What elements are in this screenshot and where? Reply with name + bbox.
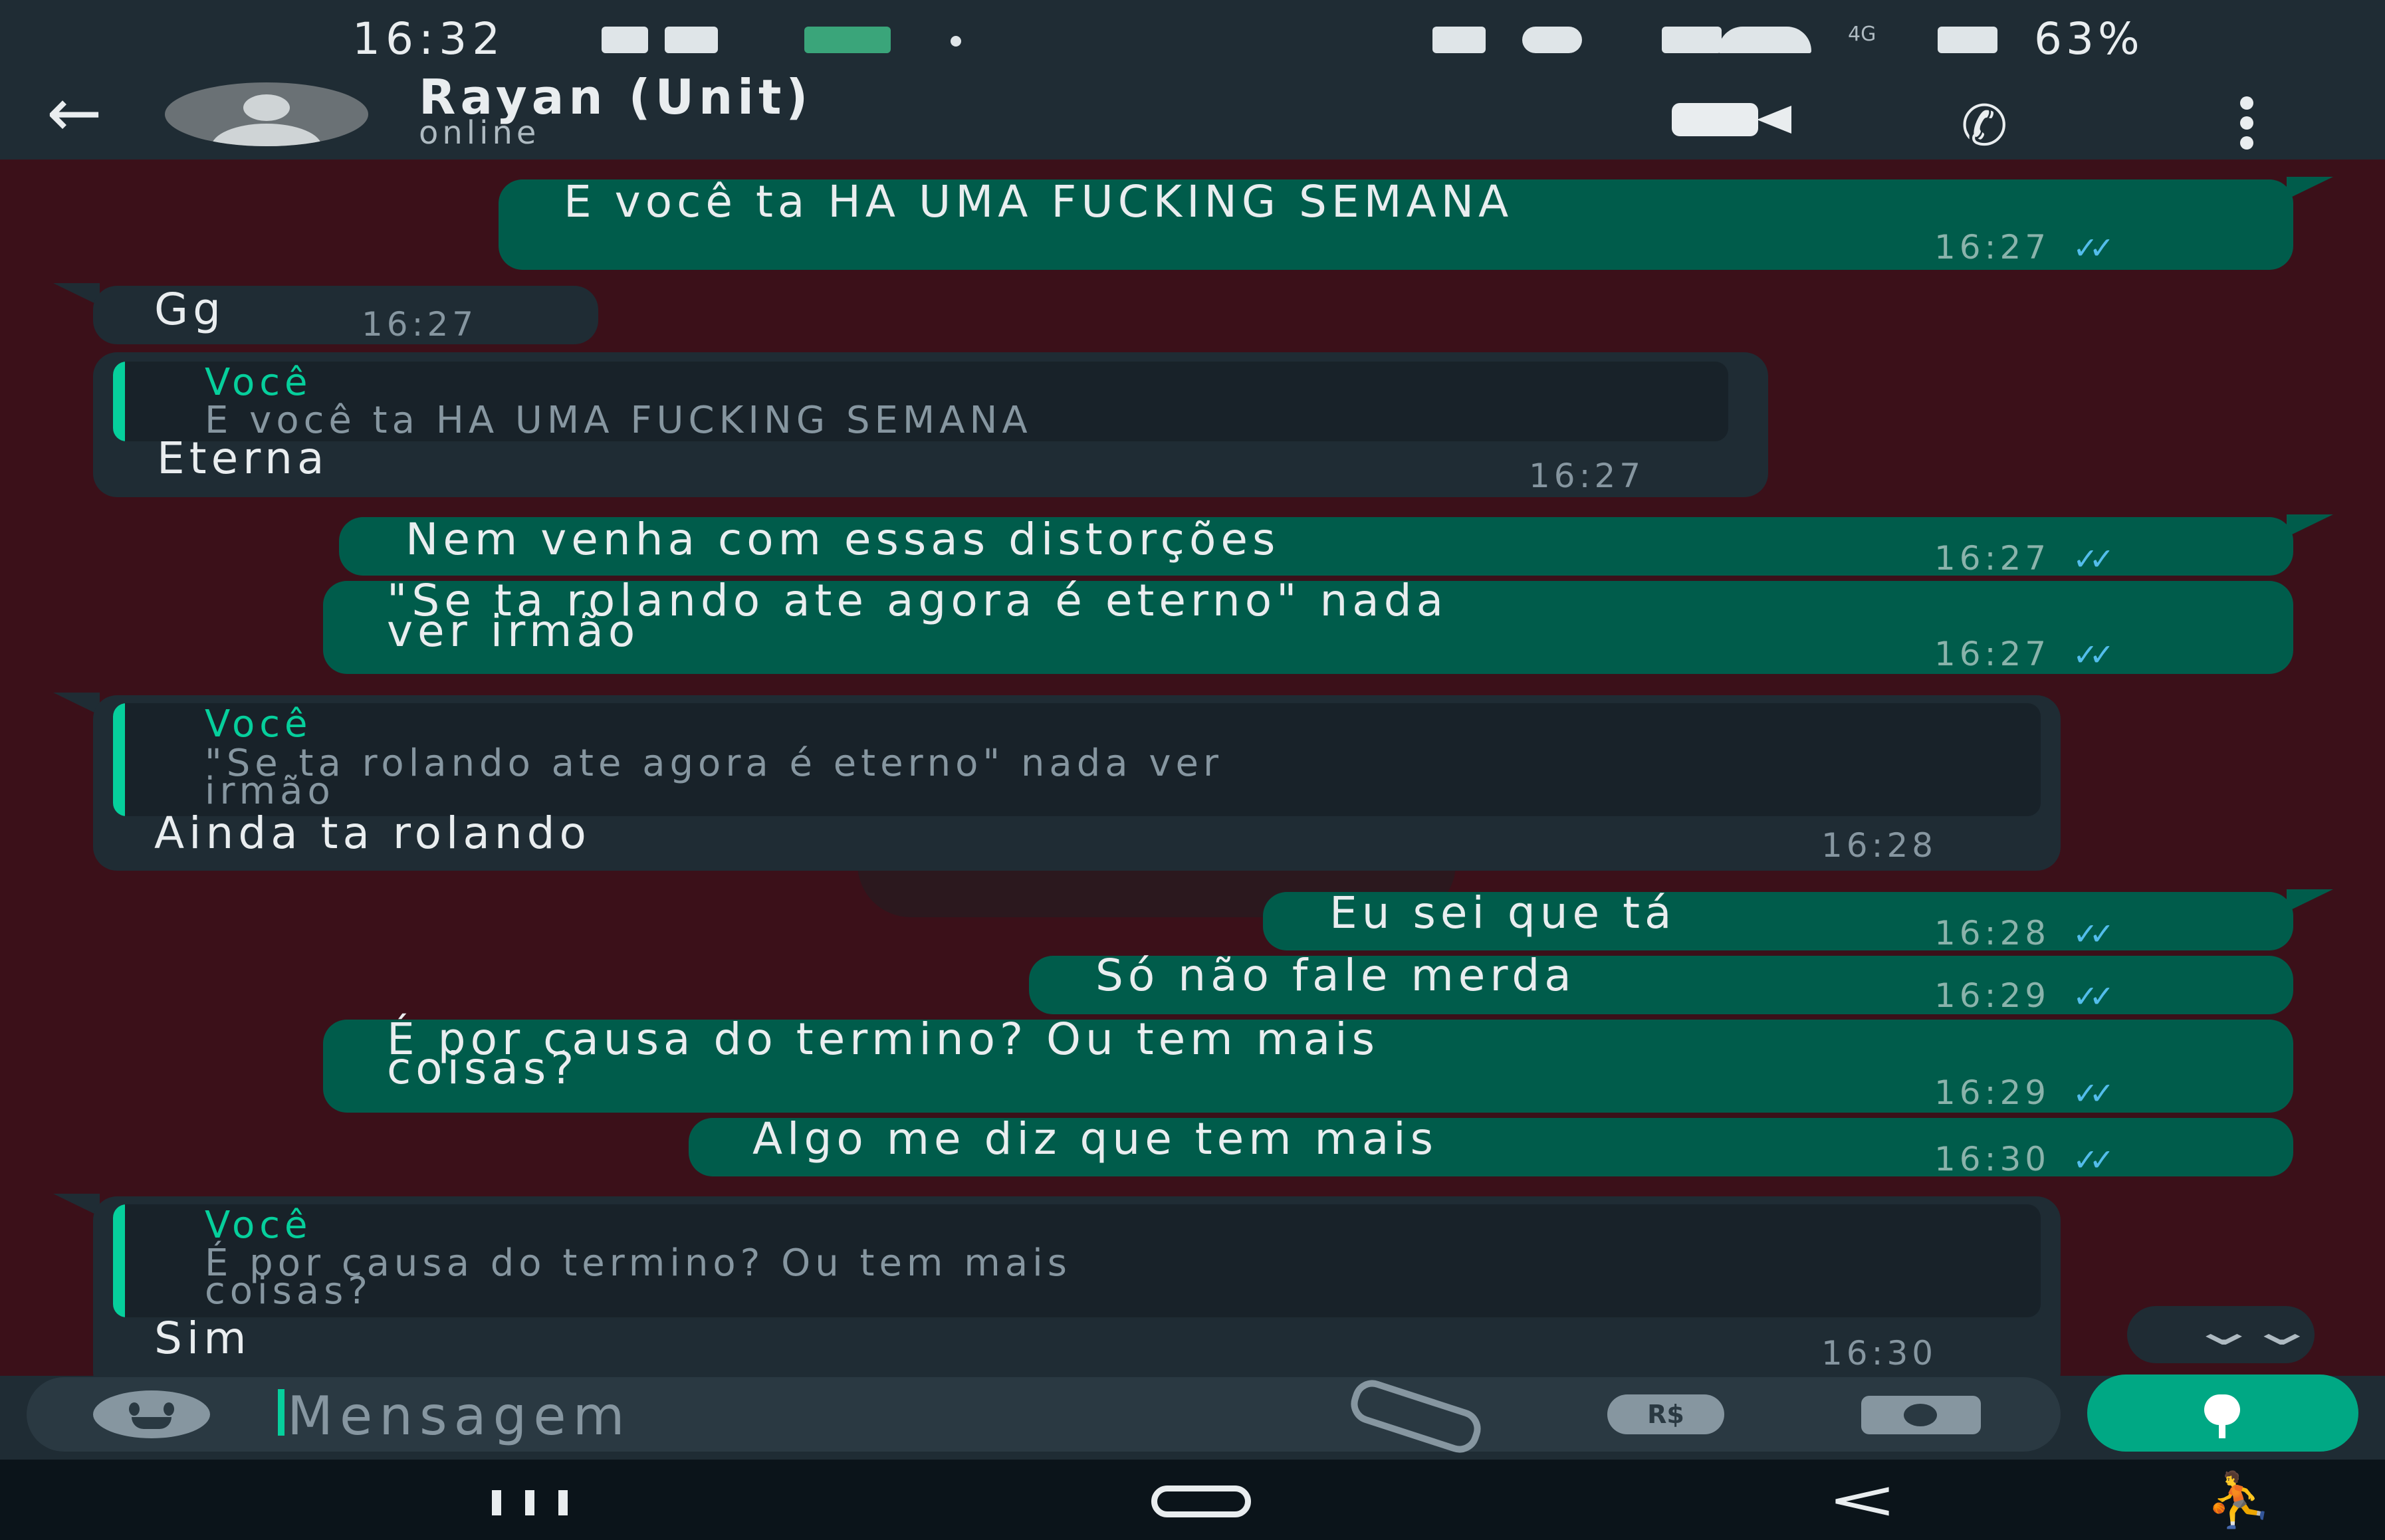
keyboard-notification-icon: [665, 27, 718, 53]
message-time: 16:30 ✓✓: [1934, 1140, 2114, 1178]
message-text: Eterna: [157, 433, 329, 484]
contact-status: online: [419, 114, 540, 152]
pix-payment-icon[interactable]: R$: [1607, 1394, 1724, 1434]
message-outgoing[interactable]: Algo me diz que tem mais 16:30 ✓✓: [689, 1113, 2293, 1178]
video-call-icon[interactable]: [1672, 103, 1791, 136]
message-text: E você ta HA UMA FUCKING SEMANA: [564, 176, 1514, 227]
read-ticks-icon: ✓✓: [2073, 1142, 2114, 1178]
message-outgoing[interactable]: Eu sei que tá 16:28 ✓✓: [1263, 887, 2293, 952]
network-type: 4G: [1848, 23, 1876, 46]
message-text: Gg: [154, 284, 226, 335]
quote-author: Você: [205, 1204, 312, 1247]
app-notification-icon: [804, 27, 891, 53]
quote-text-line: coisas?: [205, 1269, 372, 1313]
quote-text: E você ta HA UMA FUCKING SEMANA: [205, 399, 1032, 441]
message-outgoing[interactable]: "Se ta rolando ate agora é eterno" nada …: [323, 579, 2293, 674]
mic-button[interactable]: [2087, 1375, 2358, 1452]
message-time: 16:27 ✓✓: [1934, 228, 2114, 267]
more-notifications-dot-icon: [951, 36, 961, 47]
quoted-message[interactable]: Você É por causa do termino? Ou tem mais…: [113, 1204, 2041, 1317]
accessibility-icon[interactable]: ⛹: [2206, 1469, 2272, 1531]
message-text: Ainda ta rolando: [154, 808, 591, 859]
message-text: Algo me diz que tem mais: [752, 1113, 1438, 1164]
screenshot-icon: [1432, 27, 1486, 53]
status-time: 16:32: [352, 13, 506, 64]
scroll-to-bottom-button[interactable]: ⌄⌄: [2127, 1306, 2318, 1363]
message-incoming-reply[interactable]: Você É por causa do termino? Ou tem mais…: [93, 1196, 2061, 1376]
message-time: 16:27: [362, 305, 478, 344]
message-text-line: ver irmão: [387, 605, 640, 657]
quote-text-line: "Se ta rolando ate agora é eterno" nada …: [205, 742, 1224, 785]
quote-author: Você: [205, 362, 312, 404]
message-time: 16:29 ✓✓: [1934, 976, 2114, 1015]
message-time: 16:30: [1821, 1334, 1938, 1373]
nav-back-icon[interactable]: <: [1827, 1469, 1898, 1531]
phone-icon[interactable]: ✆: [1961, 93, 2007, 158]
quoted-message[interactable]: Você E você ta HA UMA FUCKING SEMANA: [113, 362, 1728, 441]
double-chevron-down-icon: ⌄⌄: [2188, 1306, 2318, 1355]
read-ticks-icon: ✓✓: [2073, 916, 2114, 952]
more-vert-icon[interactable]: [2240, 96, 2253, 156]
chat-area[interactable]: E você ta HA UMA FUCKING SEMANA 16:27 ✓✓ …: [0, 160, 2385, 1376]
message-time: 16:27 ✓✓: [1934, 635, 2114, 673]
signal-icon: [1938, 27, 1997, 53]
recent-apps-icon[interactable]: [492, 1490, 585, 1515]
wifi-icon: [1718, 27, 1811, 53]
emoji-icon[interactable]: [93, 1390, 210, 1438]
read-ticks-icon: ✓✓: [2073, 978, 2114, 1014]
message-outgoing[interactable]: Só não fale merda 16:29 ✓✓: [1029, 950, 2293, 1015]
message-input[interactable]: [287, 1382, 1284, 1449]
gallery-notification-icon: [602, 27, 648, 53]
avatar[interactable]: [165, 82, 368, 146]
message-text: Só não fale merda: [1095, 950, 1576, 1001]
quote-text-line: irmão: [205, 770, 335, 813]
message-text: Nem venha com essas distorções: [405, 514, 1280, 565]
camera-icon[interactable]: [1861, 1396, 1981, 1434]
read-ticks-icon: ✓✓: [2073, 637, 2114, 673]
read-ticks-icon: ✓✓: [2073, 541, 2114, 577]
arrow-left-icon[interactable]: ←: [47, 80, 102, 146]
quote-author: Você: [205, 703, 312, 746]
text-caret: [278, 1389, 284, 1436]
mic-icon: [2204, 1394, 2240, 1425]
message-incoming-reply[interactable]: Você "Se ta rolando ate agora é eterno" …: [93, 695, 2061, 871]
message-time: 16:29 ✓✓: [1934, 1073, 2114, 1112]
message-text: Eu sei que tá: [1329, 887, 1676, 938]
message-time: 16:28: [1821, 826, 1938, 865]
quoted-message[interactable]: Você "Se ta rolando ate agora é eterno" …: [113, 703, 2041, 816]
message-time: 16:27 ✓✓: [1934, 539, 2114, 578]
message-outgoing[interactable]: Nem venha com essas distorções 16:27 ✓✓: [339, 517, 2293, 576]
message-time: 16:27: [1529, 457, 1645, 495]
alarm-icon: [1522, 27, 1582, 53]
message-outgoing[interactable]: É por causa do termino? Ou tem mais cois…: [323, 1018, 2293, 1113]
message-time: 16:28 ✓✓: [1934, 914, 2114, 952]
mute-icon: [1662, 27, 1722, 53]
message-text: Sim: [154, 1313, 251, 1364]
message-incoming[interactable]: Gg 16:27: [93, 286, 598, 344]
message-incoming-reply[interactable]: Você E você ta HA UMA FUCKING SEMANA Ete…: [93, 352, 1768, 497]
read-ticks-icon: ✓✓: [2073, 1075, 2114, 1111]
read-ticks-icon: ✓✓: [2073, 230, 2114, 266]
battery-level: 63%: [2034, 13, 2144, 64]
message-outgoing[interactable]: E você ta HA UMA FUCKING SEMANA 16:27 ✓✓: [499, 179, 2293, 270]
home-icon[interactable]: [1151, 1485, 1251, 1517]
message-text-line: coisas?: [387, 1043, 579, 1094]
